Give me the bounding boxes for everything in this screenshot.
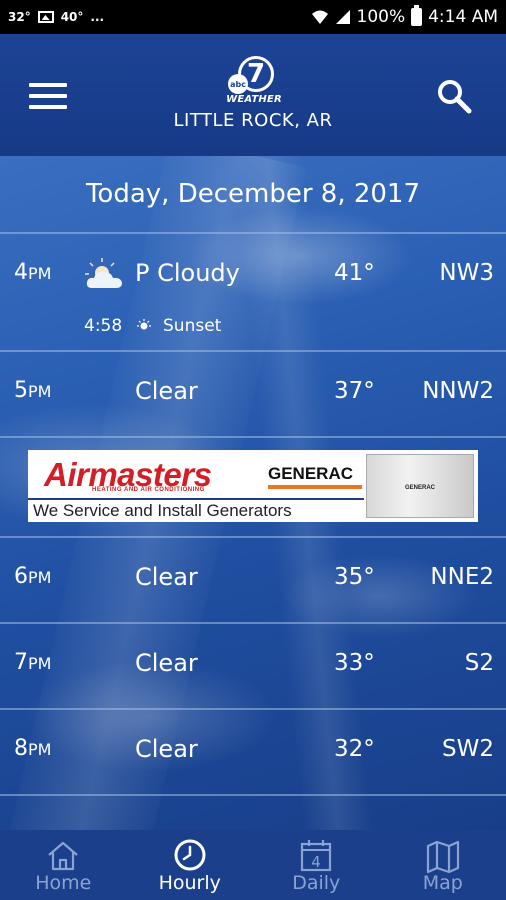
calendar-badge: 4: [311, 853, 321, 871]
hour-row-8pm[interactable]: 8PM Clear 32° SW2: [0, 708, 506, 794]
home-icon: [48, 841, 78, 871]
hour-time: 4PM: [14, 260, 52, 285]
moon-icon: [93, 380, 113, 405]
abc7-weather-logo: 7 abc WEATHER: [224, 56, 284, 108]
hour-time: 8PM: [14, 736, 52, 761]
tab-daily[interactable]: 4 Daily: [253, 830, 380, 900]
hour-condition: P Cloudy: [135, 259, 240, 287]
tab-map[interactable]: Map: [380, 830, 506, 900]
sunset-icon: [137, 319, 151, 330]
hour-row-6pm[interactable]: 6PM Clear 35° NNE2: [0, 536, 506, 622]
ad-partner: GENERAC: [268, 464, 354, 483]
ad-tagline: We Service and Install Generators: [28, 498, 364, 522]
status-temp-1: 32°: [8, 10, 31, 24]
hour-row-4pm[interactable]: 4PM P Cloudy 41° NW3 4:58 Sunset: [0, 232, 506, 350]
moon-icon: [93, 738, 113, 763]
logo-text: WEATHER: [226, 94, 282, 105]
clock-icon: [174, 839, 206, 871]
hour-condition: Clear: [135, 649, 198, 677]
tab-label: Home: [35, 872, 92, 894]
hour-time: 5PM: [14, 378, 52, 403]
hour-temperature: 35°: [334, 564, 375, 590]
bottom-tab-bar: Home Hourly 4 Daily Map: [0, 830, 506, 900]
hour-wind: NNE2: [430, 564, 494, 590]
generator-image: GENERAC: [366, 454, 474, 518]
wifi-icon: [311, 10, 328, 24]
hamburger-icon: [29, 83, 67, 87]
ad-partner-bar: [268, 485, 362, 489]
hour-temperature: 33°: [334, 650, 375, 676]
hour-time: 7PM: [14, 650, 52, 675]
date-heading: Today, December 8, 2017: [85, 179, 421, 209]
hour-condition: Clear: [135, 377, 198, 405]
hour-wind: SW2: [442, 736, 494, 762]
battery-percent: 100%: [356, 7, 406, 27]
divider: [0, 794, 506, 796]
hour-wind: S2: [464, 650, 494, 676]
hour-row-5pm[interactable]: 5PM Clear 37° NNW2: [0, 350, 506, 436]
hour-temperature: 37°: [334, 378, 375, 404]
sunset-label: Sunset: [163, 316, 222, 336]
search-icon[interactable]: [436, 78, 472, 114]
hour-condition: Clear: [135, 563, 198, 591]
tab-label: Daily: [292, 872, 341, 894]
hour-time: 6PM: [14, 564, 52, 589]
tab-hourly[interactable]: Hourly: [127, 830, 254, 900]
divider: [0, 436, 506, 438]
tab-label: Hourly: [158, 872, 221, 894]
status-temp-2: 40°: [60, 10, 84, 24]
tab-home[interactable]: Home: [0, 830, 127, 900]
hour-temperature: 32°: [334, 736, 375, 762]
gallery-notification-icon: [37, 11, 54, 23]
ad-product-label: GENERAC: [405, 485, 436, 491]
partly-cloudy-icon: [85, 258, 122, 288]
signal-icon: [335, 10, 350, 24]
location-label: LITTLE ROCK, AR: [173, 110, 333, 131]
status-more: ...: [90, 10, 105, 24]
ad-banner[interactable]: Airmasters HEATING AND AIR CONDITIONING …: [28, 450, 478, 522]
clock-time: 4:14 AM: [428, 7, 498, 27]
logo-network: abc: [228, 74, 248, 94]
battery-icon: [411, 5, 423, 26]
status-bar: 32° 40° ... 100% 4:14 AM: [0, 0, 506, 34]
hour-row-7pm[interactable]: 7PM Clear 33° S2: [0, 622, 506, 708]
app-header: 7 abc WEATHER LITTLE ROCK, AR: [0, 34, 506, 156]
hour-wind: NNW2: [422, 378, 494, 404]
moon-icon: [93, 566, 113, 591]
hour-wind: NW3: [439, 260, 494, 286]
menu-button[interactable]: [29, 83, 67, 109]
map-icon: [426, 840, 459, 874]
sunset-time: 4:58: [84, 316, 123, 336]
hourly-forecast-panel[interactable]: Today, December 8, 2017 4PM P Cloudy 41°…: [0, 156, 506, 830]
hour-temperature: 41°: [334, 260, 375, 286]
ad-sub: HEATING AND AIR CONDITIONING: [92, 487, 205, 493]
tab-label: Map: [422, 872, 463, 894]
moon-icon: [93, 652, 113, 677]
calendar-icon: 4: [301, 840, 332, 872]
hour-condition: Clear: [135, 735, 198, 763]
